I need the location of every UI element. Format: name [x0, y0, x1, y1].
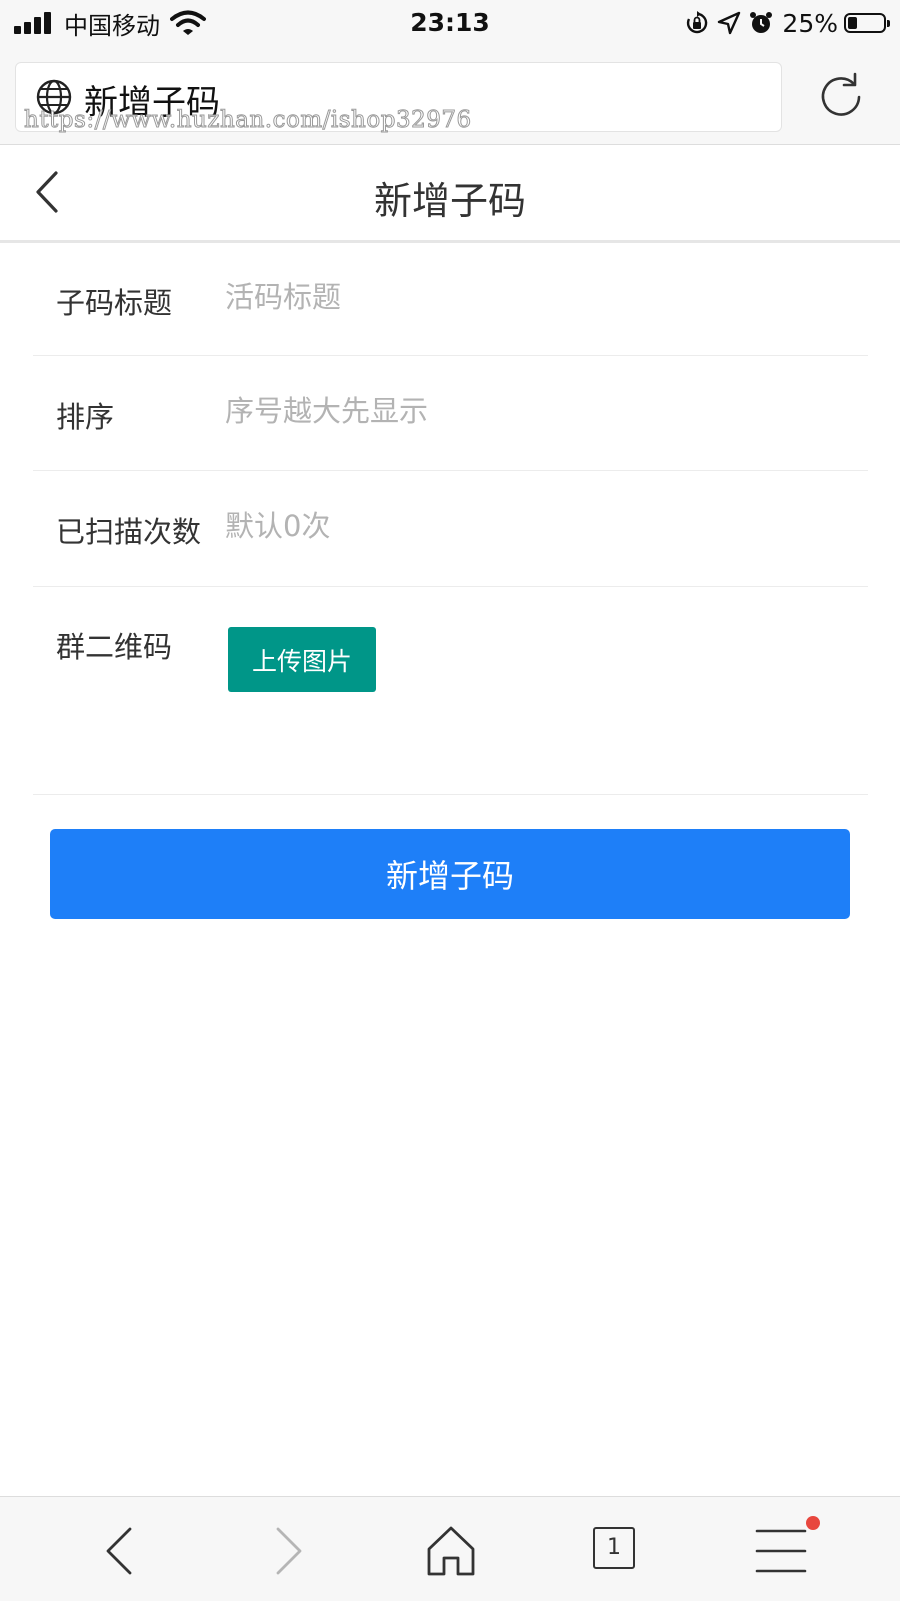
browser-bottom-bar: 1: [0, 1496, 900, 1601]
watermark-text: https://www.huzhan.com/ishop32976: [24, 107, 472, 134]
form-row-sort: 排序: [33, 356, 868, 471]
scan-count-input[interactable]: [225, 506, 845, 546]
address-bar[interactable]: 新增子码 https://www.huzhan.com/ishop32976: [15, 62, 782, 134]
menu-icon[interactable]: [753, 1523, 809, 1579]
forward-arrow-icon[interactable]: [260, 1523, 316, 1579]
alarm-icon: [750, 12, 773, 33]
scan-count-label: 已扫描次数: [56, 515, 202, 549]
battery-level: [848, 17, 857, 29]
notification-dot: [806, 1516, 820, 1530]
tabs-button[interactable]: 1: [593, 1527, 635, 1569]
subcode-title-label: 子码标题: [56, 286, 173, 320]
upload-image-button[interactable]: 上传图片: [228, 627, 376, 692]
sort-label: 排序: [56, 400, 115, 434]
status-bar: 中国移动 23:13 25%: [0, 0, 900, 46]
back-arrow-icon[interactable]: [92, 1523, 148, 1579]
form-row-subcode-title: 子码标题: [33, 242, 868, 356]
tab-count: 1: [607, 1535, 621, 1560]
status-right: 25%: [684, 8, 890, 38]
subcode-title-input[interactable]: [225, 277, 845, 317]
group-qr-label: 群二维码: [56, 630, 173, 664]
sort-input[interactable]: [225, 391, 845, 431]
page-title: 新增子码: [373, 179, 526, 223]
home-icon[interactable]: [423, 1523, 479, 1579]
form-row-scan-count: 已扫描次数: [33, 471, 868, 587]
page-header: 新增子码: [0, 145, 900, 243]
location-icon: [718, 11, 741, 35]
form-row-group-qr: 群二维码 上传图片: [33, 587, 868, 795]
orientation-lock-icon: [687, 11, 708, 34]
reload-icon[interactable]: [818, 70, 864, 120]
browser-bar: 新增子码 https://www.huzhan.com/ishop32976: [0, 46, 900, 145]
add-subcode-button[interactable]: 新增子码: [50, 829, 850, 919]
battery-percentage: 25%: [782, 8, 838, 38]
battery-icon: [844, 13, 890, 33]
